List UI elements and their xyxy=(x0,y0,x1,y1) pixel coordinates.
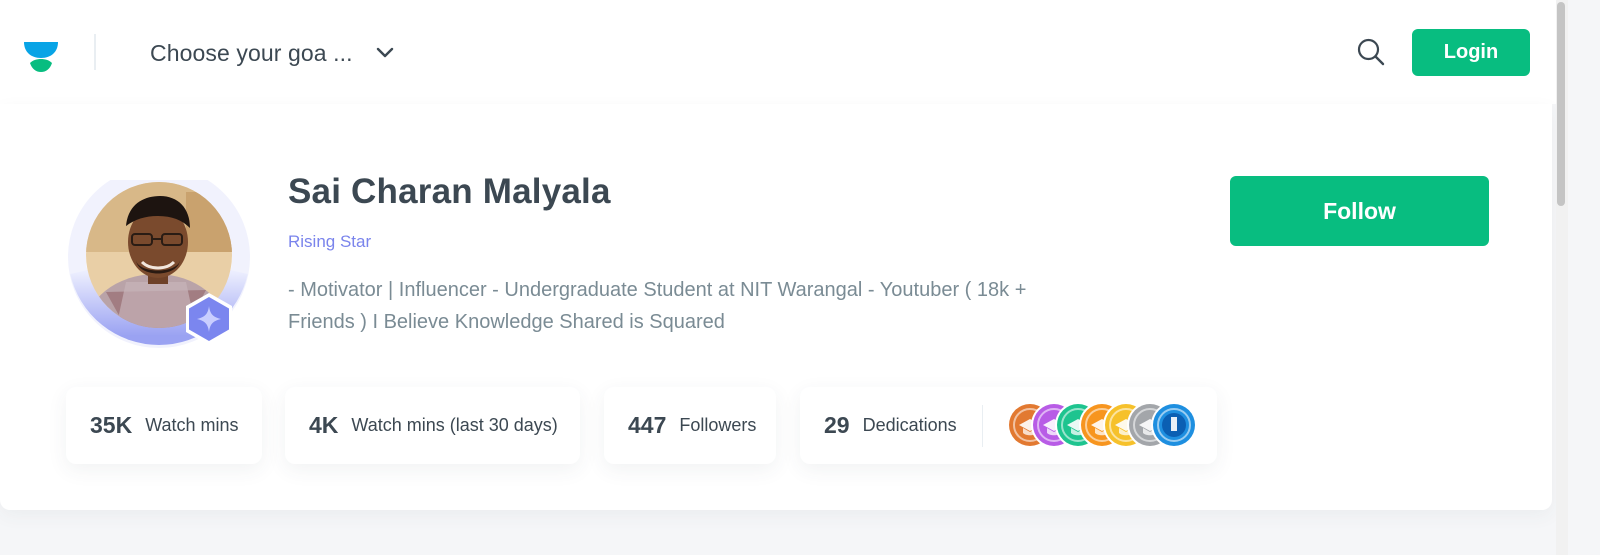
stat-label: Watch mins xyxy=(145,415,239,435)
search-icon[interactable] xyxy=(1356,37,1386,67)
goal-selector-dropdown[interactable]: Choose your goa ... xyxy=(150,34,395,72)
stat-dedications[interactable]: 29 Dedications xyxy=(800,387,1217,464)
profile-name: Sai Charan Malyala xyxy=(288,172,611,211)
stat-value: 29 xyxy=(824,412,850,438)
header-divider xyxy=(94,34,96,70)
stat-watch-mins-30-days: 4K Watch mins (last 30 days) xyxy=(285,387,580,464)
profile-bio: - Motivator | Influencer - Undergraduate… xyxy=(288,279,1027,333)
stat-divider xyxy=(982,405,983,447)
scrollbar-thumb[interactable] xyxy=(1557,2,1565,206)
stat-value: 35K xyxy=(90,412,133,438)
stat-watch-mins: 35K Watch mins xyxy=(66,387,262,464)
stat-value: 447 xyxy=(628,412,667,438)
avatar xyxy=(64,180,254,352)
dedication-badges[interactable] xyxy=(1006,401,1197,449)
chevron-down-icon xyxy=(376,47,393,58)
rising-star-badge-icon xyxy=(186,293,232,345)
stat-label: Followers xyxy=(679,415,757,435)
rank-label: Rising Star xyxy=(288,232,372,251)
profile-card: Sai Charan Malyala Rising Star - Motivat… xyxy=(0,104,1552,510)
login-button[interactable]: Login xyxy=(1412,29,1530,76)
goal-selector-label: Choose your goa ... xyxy=(150,39,353,66)
stat-label: Dedications xyxy=(862,415,957,435)
stat-followers[interactable]: 447 Followers xyxy=(604,387,776,464)
unacademy-logo-icon[interactable] xyxy=(22,38,60,74)
follow-button[interactable]: Follow xyxy=(1230,176,1489,246)
stat-value: 4K xyxy=(309,412,339,438)
dedication-badge-2021 xyxy=(1151,402,1197,448)
stat-label: Watch mins (last 30 days) xyxy=(351,415,558,435)
top-navigation-bar: Choose your goa ... Login xyxy=(0,0,1556,104)
